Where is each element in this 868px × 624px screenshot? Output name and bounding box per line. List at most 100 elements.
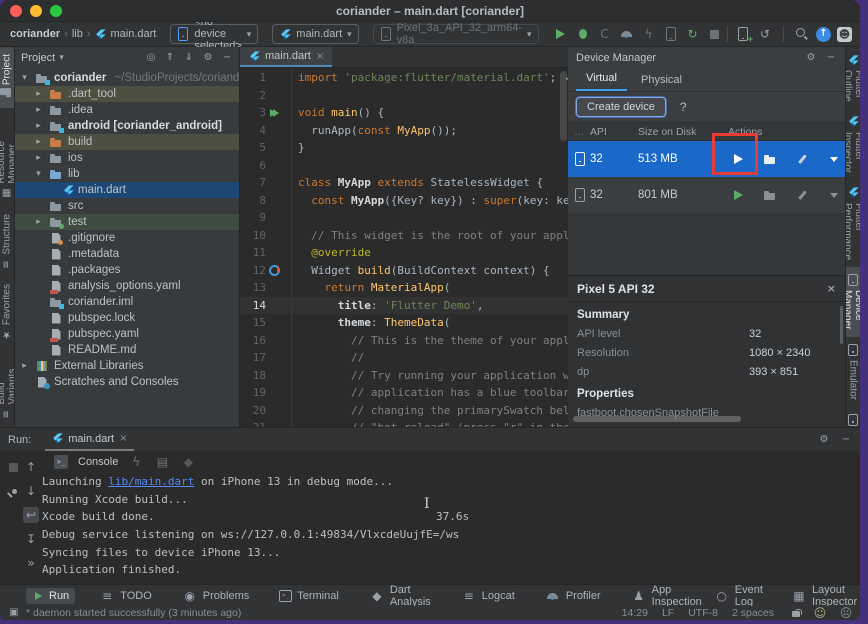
device-row[interactable]: 32513 MB <box>568 141 845 177</box>
column-actions[interactable]: Actions <box>728 126 839 138</box>
dropdown-icon[interactable] <box>826 187 842 203</box>
sidebar-item-device-file-explorer[interactable]: Device File Explorer <box>845 407 860 427</box>
code-line[interactable]: 5} <box>240 139 568 157</box>
sidebar-item-structure[interactable]: ≡Structure <box>0 207 14 278</box>
tree-item[interactable]: ▸ios <box>15 150 239 166</box>
toolwindow-button-todo[interactable]: ≡TODO <box>93 586 158 606</box>
run-icon[interactable] <box>730 187 746 203</box>
phone-icon[interactable] <box>574 153 586 165</box>
tab-physical[interactable]: Physical <box>631 70 692 91</box>
close-icon[interactable]: × <box>827 282 836 295</box>
tree-item[interactable]: main.dart <box>15 182 239 198</box>
tree-item[interactable]: pubspec.lock <box>15 310 239 326</box>
device-manager-icon[interactable]: + <box>735 26 751 42</box>
line-ending-indicator[interactable]: LF <box>662 607 674 619</box>
run-icon[interactable] <box>730 151 746 167</box>
target-icon[interactable]: ◎ <box>145 52 157 64</box>
toolwindow-button-profiler[interactable]: Profiler <box>539 586 607 606</box>
collapse-icon[interactable]: ⇑ <box>164 52 176 64</box>
sidebar-item-emulator[interactable]: Emulator <box>846 337 860 407</box>
debug-icon[interactable] <box>575 26 591 42</box>
toolwindow-button-problems[interactable]: ◉Problems <box>176 586 255 606</box>
gear-icon[interactable]: ⚙ <box>818 434 830 446</box>
coverage-icon[interactable]: C <box>597 26 613 42</box>
sidebar-item-project[interactable]: Project <box>0 47 14 108</box>
more-icon[interactable]: » <box>23 555 39 571</box>
down-icon[interactable]: ↓ <box>23 483 39 499</box>
code-line[interactable]: 20 // changing the primarySwatch below <box>240 402 568 420</box>
column-size[interactable]: Size on Disk <box>638 126 728 138</box>
tree-item[interactable]: src <box>15 198 239 214</box>
tree-item[interactable]: ▾coriander~/StudioProjects/coriander <box>15 70 239 86</box>
code-line[interactable]: 11 @override <box>240 244 568 262</box>
code-area[interactable]: 1import 'package:flutter/material.dart';… <box>240 68 568 427</box>
dropdown-icon[interactable] <box>826 151 842 167</box>
override-gutter-icon[interactable] <box>268 264 280 276</box>
file-link[interactable]: lib/main.dart <box>108 475 194 488</box>
console-tab-label[interactable]: Console <box>78 456 118 468</box>
gear-icon[interactable]: ⚙ <box>202 52 214 64</box>
softwrap-icon[interactable]: ↩ <box>23 507 39 523</box>
tree-item[interactable]: pubspec.yaml <box>15 326 239 342</box>
profiler-icon[interactable] <box>545 588 561 604</box>
gear-icon[interactable]: ⚙ <box>805 52 817 64</box>
search-icon[interactable] <box>794 26 810 42</box>
tree-item[interactable]: Scratches and Consoles <box>15 374 239 390</box>
code-line[interactable]: 16 // This is the theme of your applicat <box>240 332 568 350</box>
code-line[interactable]: 15 theme: ThemeData( <box>240 314 568 332</box>
vertical-scrollbar[interactable] <box>840 306 843 344</box>
project-panel-title[interactable]: Project <box>21 52 55 64</box>
minus-icon[interactable]: − <box>221 52 233 64</box>
bolt-dim-icon[interactable]: ϟ <box>128 454 144 470</box>
sidebar-item-favorites[interactable]: ★Favorites <box>0 277 14 348</box>
tree-toggle-icon[interactable]: ▾ <box>19 73 30 83</box>
sidebar-item-flutter-performance[interactable]: Flutter Performance <box>845 180 860 267</box>
run-gutter-icon[interactable] <box>266 107 282 119</box>
lock-icon[interactable] <box>788 607 800 619</box>
code-line[interactable]: 21 // "hot reload" (press "r" in the <box>240 419 568 427</box>
gem-icon[interactable]: ◆ <box>180 454 196 470</box>
sidebar-item-build-variants[interactable]: ≡Build Variants <box>0 349 15 428</box>
tree-toggle-icon[interactable]: ▸ <box>33 89 44 99</box>
code-line[interactable]: 2 <box>240 87 568 105</box>
help-button[interactable]: ? <box>680 100 687 114</box>
tree-item[interactable]: ▸android [coriander_android] <box>15 118 239 134</box>
avd-dropdown[interactable]: Pixel_3a_API_32_arm64-v8a ▾ <box>373 24 539 44</box>
update-icon[interactable]: ↑ <box>816 27 831 42</box>
code-line[interactable]: 10 // This widget is the root of your ap… <box>240 227 568 245</box>
minimize-icon[interactable]: − <box>840 434 852 446</box>
tree-toggle-icon[interactable]: ▸ <box>33 153 44 163</box>
scroll-end-icon[interactable]: ↧ <box>23 531 39 547</box>
editor-tab-main-dart[interactable]: main.dart × <box>240 47 332 67</box>
code-line[interactable]: 3void main() { <box>240 104 568 122</box>
tab-virtual[interactable]: Virtual <box>576 68 627 91</box>
minimize-icon[interactable]: − <box>825 52 837 64</box>
tree-item[interactable]: analysis_options.yaml <box>15 278 239 294</box>
tree-item[interactable]: ▸test <box>15 214 239 230</box>
stop-icon[interactable] <box>5 459 21 475</box>
code-line[interactable]: 13 return MaterialApp( <box>240 279 568 297</box>
code-line[interactable]: 8 const MyApp({Key? key}) : super(key: k… <box>240 192 568 210</box>
toolwindow-button-terminal[interactable]: >_Terminal <box>273 588 345 604</box>
tree-item[interactable]: ▸build <box>15 134 239 150</box>
edit-icon[interactable] <box>794 151 810 167</box>
code-line[interactable]: 18 // Try running your application with <box>240 367 568 385</box>
editor-scrollbar[interactable] <box>560 71 567 141</box>
tree-item[interactable]: README.md <box>15 342 239 358</box>
phone-icon[interactable] <box>574 189 586 201</box>
tree-item[interactable]: .packages <box>15 262 239 278</box>
override-gutter-icon[interactable] <box>266 264 282 276</box>
tree-item[interactable]: ▸.idea <box>15 102 239 118</box>
code-line[interactable]: 7class MyApp extends StatelessWidget { <box>240 174 568 192</box>
smile-feedback-icon[interactable]: ☺ <box>814 607 826 619</box>
tree-toggle-icon[interactable]: ▸ <box>33 105 44 115</box>
code-line[interactable]: 6 <box>240 157 568 175</box>
device-row[interactable]: 32801 MB <box>568 177 845 213</box>
sync-icon[interactable]: ↺ <box>757 26 773 42</box>
close-icon[interactable]: × <box>119 433 127 444</box>
tree-toggle-icon[interactable]: ▾ <box>33 169 44 179</box>
code-line[interactable]: 9 <box>240 209 568 227</box>
chevron-down-icon[interactable]: ▾ <box>59 53 64 63</box>
code-line[interactable]: 1import 'package:flutter/material.dart';… <box>240 69 568 87</box>
toolwindow-button-run[interactable]: Run <box>26 588 75 604</box>
